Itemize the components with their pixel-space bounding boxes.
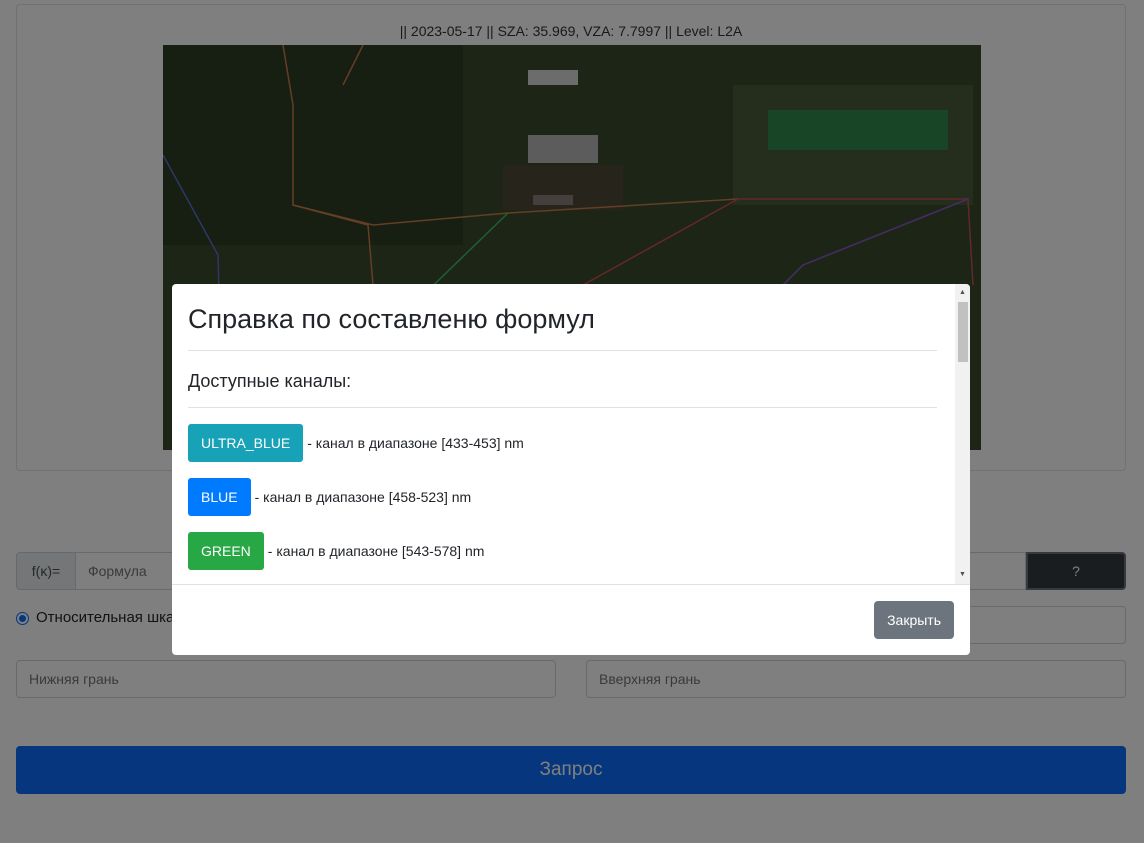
scroll-thumb[interactable]: [958, 302, 968, 362]
scroll-down-arrow-icon[interactable]: ▼: [955, 568, 970, 582]
modal-body: Справка по составленю формул Доступные к…: [172, 284, 954, 584]
channels-heading: Доступные каналы:: [188, 371, 352, 391]
help-modal: Справка по составленю формул Доступные к…: [172, 284, 970, 655]
channel-description: - канал в диапазоне [543-578] nm: [267, 543, 485, 559]
channel-row-ultra-blue: ULTRA_BLUE - канал в диапазоне [433-453] …: [188, 424, 524, 462]
channel-description: - канал в диапазоне [433-453] nm: [307, 435, 524, 451]
channel-row-green: GREEN - канал в диапазоне [543-578] nm: [188, 532, 484, 570]
channel-badge-blue[interactable]: BLUE: [188, 478, 251, 516]
channel-badge-green[interactable]: GREEN: [188, 532, 264, 570]
close-button[interactable]: Закрыть: [874, 601, 954, 639]
channel-badge-ultra-blue[interactable]: ULTRA_BLUE: [188, 424, 304, 462]
channel-row-blue: BLUE - канал в диапазоне [458-523] nm: [188, 478, 471, 516]
modal-footer: Закрыть: [172, 584, 970, 655]
divider: [188, 350, 937, 351]
channel-description: - канал в диапазоне [458-523] nm: [254, 489, 472, 505]
modal-title: Справка по составленю формул: [188, 304, 595, 334]
scroll-up-arrow-icon[interactable]: ▲: [955, 286, 970, 300]
divider: [188, 407, 937, 408]
modal-scrollbar[interactable]: ▲ ▼: [955, 284, 970, 584]
